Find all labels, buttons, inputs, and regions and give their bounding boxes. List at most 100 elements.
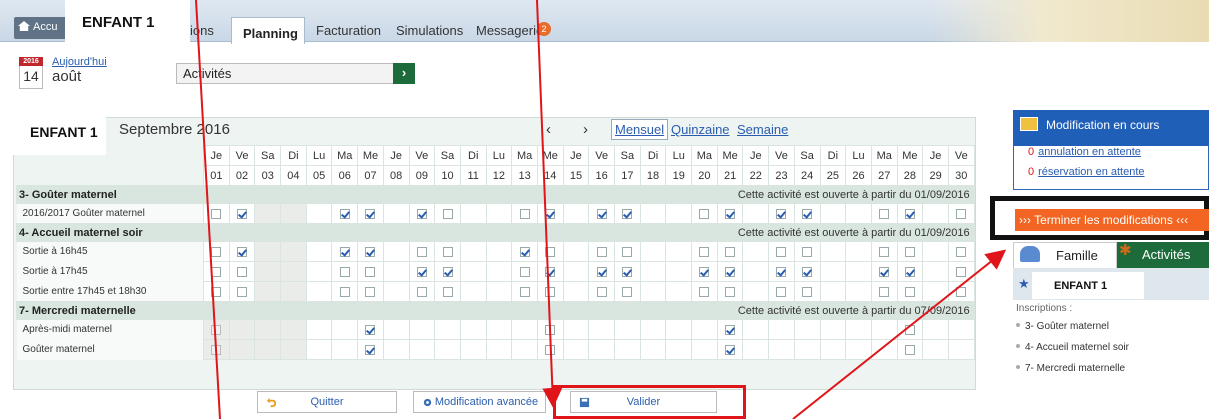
day-checkbox[interactable] [956,266,967,277]
day-checkbox-checked[interactable] [365,246,376,257]
day-cell [331,261,359,282]
advanced-edit-button[interactable]: Modification avancée [413,391,546,413]
day-checkbox-checked[interactable] [442,266,453,277]
day-checkbox[interactable] [776,286,787,297]
day-checkbox[interactable] [802,246,813,257]
day-checkbox[interactable] [365,266,376,277]
day-cell [536,261,564,282]
view-monthly-link[interactable]: Mensuel [611,119,669,140]
day-checkbox-checked[interactable] [365,324,376,335]
day-checkbox[interactable] [211,246,222,257]
day-checkbox-checked[interactable] [879,266,890,277]
day-checkbox-checked[interactable] [365,208,376,219]
day-checkbox-checked[interactable] [725,266,736,277]
day-checkbox[interactable] [879,286,890,297]
day-checkbox-checked[interactable] [545,208,556,219]
reserve-link[interactable]: réservation en attente [1038,166,1144,178]
day-checkbox-checked[interactable] [365,344,376,355]
today-link[interactable]: Aujourd'hui [52,56,107,68]
day-checkbox[interactable] [904,286,915,297]
activities-select[interactable]: Activités [176,63,415,84]
day-checkbox-checked[interactable] [904,266,915,277]
day-checkbox-checked[interactable] [725,208,736,219]
day-checkbox-checked[interactable] [802,208,813,219]
view-fortnight-link[interactable]: Quinzaine [671,122,730,137]
day-checkbox[interactable] [904,324,915,335]
day-checkbox[interactable] [545,246,556,257]
pending-reservations[interactable]: 0 réservation en attente [1028,166,1145,178]
day-checkbox[interactable] [904,344,915,355]
day-checkbox-checked[interactable] [596,266,607,277]
day-cell [896,339,924,360]
day-checkbox[interactable] [879,246,890,257]
view-week-link[interactable]: Semaine [737,122,788,137]
day-checkbox[interactable] [442,208,453,219]
day-checkbox[interactable] [365,286,376,297]
day-checkbox-checked[interactable] [725,324,736,335]
day-checkbox-checked[interactable] [416,208,427,219]
tab-messagerie[interactable]: Messagerie [476,20,543,42]
day-checkbox[interactable] [545,286,556,297]
day-checkbox[interactable] [699,208,710,219]
tab-inscriptions[interactable]: ions [190,20,214,42]
day-checkbox-checked[interactable] [416,266,427,277]
day-checkbox-checked[interactable] [622,208,633,219]
day-checkbox-checked[interactable] [237,246,248,257]
day-checkbox[interactable] [519,266,530,277]
quit-button[interactable]: Quitter [257,391,397,413]
day-checkbox[interactable] [545,344,556,355]
activities-go-button[interactable]: › [393,63,415,84]
day-checkbox[interactable] [802,286,813,297]
day-checkbox-checked[interactable] [904,208,915,219]
day-checkbox-checked[interactable] [237,208,248,219]
day-checkbox[interactable] [545,324,556,335]
day-cell [947,241,975,262]
pending-cancellations[interactable]: 0 annulation en attente [1028,146,1141,158]
day-checkbox-checked[interactable] [596,208,607,219]
day-checkbox-checked[interactable] [776,208,787,219]
tab-facturation[interactable]: Facturation [316,20,381,42]
day-checkbox[interactable] [725,286,736,297]
day-checkbox-checked[interactable] [545,266,556,277]
finish-modifications-button[interactable]: ››› Terminer les modifications ‹‹‹ [1015,209,1209,231]
day-checkbox-checked[interactable] [519,246,530,257]
day-checkbox-checked[interactable] [802,266,813,277]
day-checkbox[interactable] [416,246,427,257]
day-checkbox[interactable] [237,286,248,297]
day-checkbox[interactable] [442,246,453,257]
day-checkbox[interactable] [699,246,710,257]
day-checkbox[interactable] [622,246,633,257]
day-checkbox[interactable] [725,246,736,257]
day-checkbox-checked[interactable] [699,266,710,277]
day-checkbox[interactable] [519,208,530,219]
day-checkbox-checked[interactable] [339,208,350,219]
day-checkbox[interactable] [699,286,710,297]
day-checkbox[interactable] [956,208,967,219]
next-month-button[interactable]: › [583,121,588,138]
day-checkbox[interactable] [622,286,633,297]
day-checkbox[interactable] [211,286,222,297]
day-checkbox[interactable] [211,208,222,219]
day-checkbox[interactable] [596,286,607,297]
previous-month-button[interactable]: ‹ [546,121,551,138]
tab-simulations[interactable]: Simulations [396,20,463,42]
day-checkbox-checked[interactable] [776,266,787,277]
cancel-link[interactable]: annulation en attente [1038,146,1141,158]
day-checkbox[interactable] [519,286,530,297]
day-checkbox[interactable] [956,286,967,297]
day-checkbox-checked[interactable] [725,344,736,355]
day-checkbox[interactable] [904,246,915,257]
day-checkbox[interactable] [211,266,222,277]
day-checkbox[interactable] [776,246,787,257]
day-checkbox[interactable] [339,266,350,277]
day-checkbox[interactable] [956,246,967,257]
day-checkbox[interactable] [596,246,607,257]
day-checkbox[interactable] [879,208,890,219]
day-checkbox[interactable] [442,286,453,297]
tab-planning[interactable]: Planning [231,17,305,44]
day-checkbox[interactable] [339,286,350,297]
day-checkbox[interactable] [237,266,248,277]
day-checkbox-checked[interactable] [622,266,633,277]
day-checkbox-checked[interactable] [339,246,350,257]
day-checkbox[interactable] [416,286,427,297]
